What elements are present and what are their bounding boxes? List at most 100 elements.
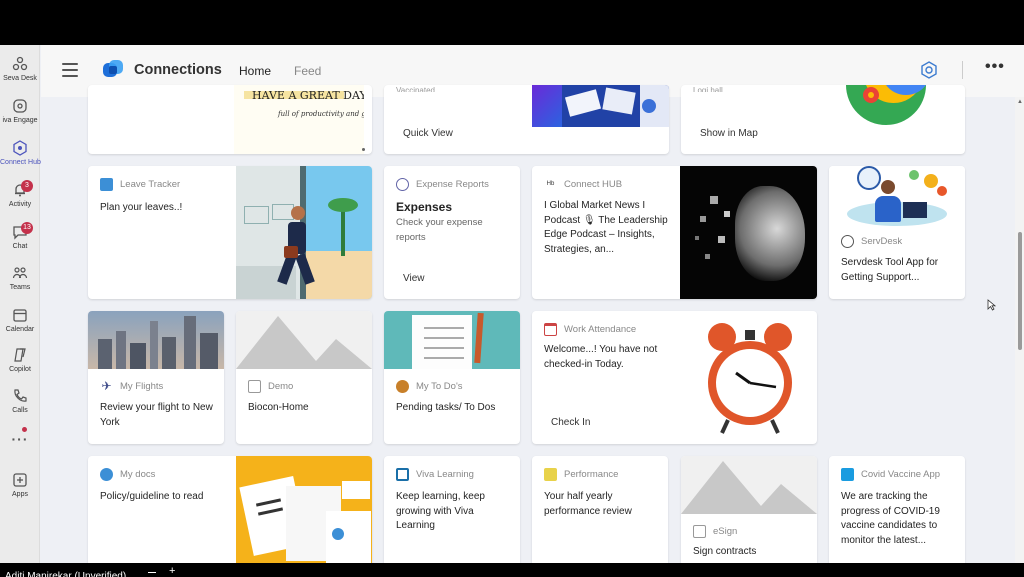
chat-badge: 13 — [21, 222, 33, 234]
vaccine-app-icon — [841, 467, 854, 481]
card-category: My docs — [120, 468, 156, 480]
card-category: Work Attendance — [564, 323, 637, 335]
card-header: Performance — [544, 467, 618, 481]
image-icon — [248, 379, 261, 393]
card-header: Expense Reports — [396, 177, 489, 191]
airplane-icon: ✈ — [100, 378, 113, 393]
card-header: Viva Learning — [396, 467, 474, 481]
rail-apps[interactable]: Apps — [0, 469, 40, 509]
card-category: Connect HUB — [564, 178, 623, 190]
more-apps-icon: ··· — [11, 431, 29, 447]
seva-desk-icon — [11, 56, 29, 74]
vacation-illustration — [236, 166, 372, 299]
card-header: ✈ My Flights — [100, 379, 163, 393]
card-title: Welcome...! You have not checked-in Toda… — [544, 344, 658, 370]
rail-calls[interactable]: Calls — [0, 385, 40, 425]
location-card[interactable]: Logi hall Show in Map — [681, 85, 965, 154]
banner-line-2: full of productivity and good vibes — [278, 110, 364, 118]
hamburger-menu-icon[interactable] — [62, 63, 78, 77]
rail-label: Apps — [12, 491, 28, 498]
carousel-dot[interactable] — [362, 148, 365, 151]
connect-hub-settings-icon[interactable] — [920, 61, 938, 79]
card-title: I Global Market News I Podcast 🎙 The Lea… — [544, 200, 668, 255]
card-header: Covid Vaccine App — [841, 467, 940, 481]
rail-label: Calls — [12, 407, 28, 414]
card-title: Biocon-Home — [248, 402, 309, 413]
connect-hub-card[interactable]: Hb Connect HUB I Global Market News I Po… — [532, 166, 817, 299]
rail-more-apps[interactable]: ··· — [0, 427, 40, 451]
card-title: We are tracking the progress of COVID-19… — [841, 491, 940, 546]
servdesk-card[interactable]: ServDesk Servdesk Tool App for Getting S… — [829, 166, 965, 299]
hub-icon: Hb — [544, 177, 557, 191]
add-icon[interactable]: + — [169, 566, 178, 577]
connect-hub-icon — [11, 140, 29, 158]
rail-label: Connect Hub — [0, 159, 41, 166]
scrollbar-thumb[interactable] — [1018, 232, 1022, 350]
work-attendance-card[interactable]: Work Attendance Welcome...! You have not… — [532, 311, 817, 444]
rail-label: iva Engage — [2, 117, 38, 124]
app-title: Connections — [134, 62, 222, 78]
alarm-clock-image — [700, 315, 800, 440]
partial-text: Logi hall — [693, 86, 723, 92]
scrollbar[interactable]: ▲ — [1015, 97, 1024, 563]
rail-seva-desk[interactable]: Seva Desk — [0, 53, 40, 93]
rail-calendar[interactable]: Calendar — [0, 304, 40, 344]
covid-vaccine-card[interactable]: Covid Vaccine App We are tracking the pr… — [829, 456, 965, 563]
check-in-button[interactable]: Check In — [551, 417, 590, 428]
header-divider — [962, 61, 963, 79]
docs-icon — [100, 467, 113, 481]
mouse-cursor-icon — [987, 298, 997, 316]
rail-teams[interactable]: Teams — [0, 262, 40, 302]
greeting-card[interactable]: HAVE A GREAT DAY full of productivity an… — [88, 85, 372, 154]
card-title: Plan your leaves..! — [100, 202, 183, 213]
quick-view-button[interactable]: Quick View — [403, 128, 453, 139]
rail-copilot[interactable]: Copilot — [0, 344, 40, 384]
tab-home[interactable]: Home — [239, 64, 271, 78]
demo-card[interactable]: Demo Biocon-Home — [236, 311, 372, 444]
card-category: eSign — [713, 525, 738, 537]
calendar-icon — [11, 307, 29, 325]
card-header: My To Do's — [396, 379, 463, 393]
rail-activity[interactable]: 3 Activity — [0, 179, 40, 219]
performance-icon — [544, 467, 557, 481]
rail-label: Chat — [12, 243, 28, 250]
rail-label: Seva Desk — [3, 75, 37, 82]
performance-card[interactable]: Performance Your half yearly performance… — [532, 456, 668, 563]
connections-logo-icon — [101, 58, 125, 82]
app-rail: Seva Desk iva Engage Connect Hub 3 Activ… — [0, 45, 41, 563]
viva-learning-card[interactable]: Viva Learning Keep learning, keep growin… — [384, 456, 520, 563]
vaccination-image — [532, 85, 669, 127]
vaccination-card[interactable]: Vaccinated Quick View — [384, 85, 669, 154]
esign-card[interactable]: eSign Sign contracts — [681, 456, 817, 563]
card-header: eSign — [693, 524, 737, 538]
card-header: Work Attendance — [544, 322, 636, 336]
rail-connect-hub[interactable]: Connect Hub — [0, 137, 41, 177]
view-button[interactable]: View — [403, 273, 425, 284]
learning-icon — [396, 467, 409, 481]
card-subtitle: Check your expense reports — [396, 217, 483, 243]
rail-chat[interactable]: 13 Chat — [0, 221, 40, 261]
more-options-button[interactable]: ••• — [985, 58, 1005, 76]
card-title: Sign contracts — [693, 546, 757, 557]
rail-viva-engage[interactable]: iva Engage — [0, 95, 40, 135]
todo-icon — [396, 379, 409, 393]
card-category: Demo — [268, 380, 294, 392]
expense-reports-card[interactable]: Expense Reports Expenses Check your expe… — [384, 166, 520, 299]
card-category: Expense Reports — [416, 178, 489, 190]
my-docs-card[interactable]: My docs Policy/guideline to read — [88, 456, 372, 563]
card-header: Leave Tracker — [100, 177, 180, 191]
card-title: Pending tasks/ To Dos — [396, 402, 496, 413]
show-in-map-button[interactable]: Show in Map — [700, 128, 758, 139]
my-flights-card[interactable]: ✈ My Flights Review your flight to New Y… — [88, 311, 224, 444]
leave-tracker-card[interactable]: Leave Tracker Plan your leaves..! — [88, 166, 372, 299]
partial-text: Vaccinated — [396, 86, 435, 92]
rail-label: Calendar — [5, 326, 35, 333]
card-title: Your half yearly performance review — [544, 491, 632, 517]
minimize-icon[interactable] — [148, 572, 156, 573]
placeholder-image — [236, 311, 372, 369]
my-todos-card[interactable]: My To Do's Pending tasks/ To Dos — [384, 311, 520, 444]
copilot-icon — [11, 347, 29, 365]
great-day-banner-image: HAVE A GREAT DAY full of productivity an… — [234, 85, 364, 154]
tab-feed[interactable]: Feed — [294, 64, 321, 78]
scroll-up-arrow-icon[interactable]: ▲ — [1017, 99, 1023, 105]
